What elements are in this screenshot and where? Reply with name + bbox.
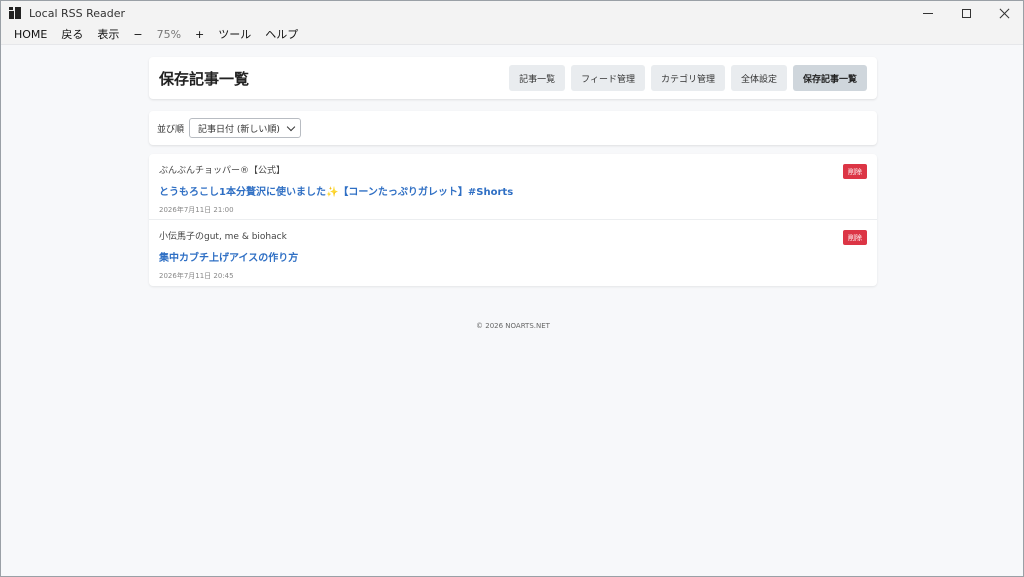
page-title: 保存記事一覧	[159, 69, 250, 88]
article-list: ぶんぶんチョッパー®【公式】 とうもろこし1本分贅沢に使いました✨【コーンたっぷ…	[149, 154, 877, 286]
sort-label: 並び順	[157, 124, 185, 135]
menu-tools[interactable]: ツール	[211, 25, 258, 45]
nav-buttons: 記事一覧 フィード管理 カテゴリ管理 全体設定 保存記事一覧	[509, 65, 867, 91]
menu-back[interactable]: 戻る	[54, 25, 90, 45]
maximize-button[interactable]	[947, 1, 985, 25]
article-feed-name: ぶんぶんチョッパー®【公式】	[159, 166, 286, 176]
chevron-down-icon	[286, 122, 296, 132]
article-title-link[interactable]: とうもろこし1本分贅沢に使いました✨【コーンたっぷりガレット】#Shorts	[159, 183, 867, 198]
nav-saved-articles-button[interactable]: 保存記事一覧	[792, 65, 867, 91]
sort-selected-value: 記事日付 (新しい順)	[198, 124, 280, 135]
window-controls	[909, 1, 1023, 25]
menu-zoom-out[interactable]: −	[126, 25, 149, 45]
main-content: 保存記事一覧 記事一覧 フィード管理 カテゴリ管理 全体設定 保存記事一覧 並び…	[149, 57, 877, 286]
menu-zoom-level: 75%	[156, 27, 182, 41]
minimize-button[interactable]	[909, 1, 947, 25]
menu-zoom-in[interactable]: +	[188, 25, 211, 45]
article-title-link[interactable]: 集中カブチ上げアイスの作り方	[159, 249, 867, 264]
page-header: 保存記事一覧 記事一覧 フィード管理 カテゴリ管理 全体設定 保存記事一覧	[149, 57, 877, 99]
nav-category-manage-button[interactable]: カテゴリ管理	[650, 65, 725, 91]
sort-bar: 並び順 記事日付 (新しい順)	[149, 111, 877, 145]
app-logo-icon	[9, 7, 21, 19]
close-button[interactable]	[985, 1, 1023, 25]
nav-settings-button[interactable]: 全体設定	[730, 65, 787, 91]
nav-feed-manage-button[interactable]: フィード管理	[571, 65, 645, 91]
article-date: 2026年7月11日 20:45	[159, 272, 234, 280]
window-title: Local RSS Reader	[29, 6, 126, 20]
menu-bar: HOME 戻る 表示 − 75% + ツール ヘルプ	[1, 25, 1023, 45]
menu-view[interactable]: 表示	[90, 25, 126, 45]
nav-articles-button[interactable]: 記事一覧	[509, 65, 566, 91]
list-item: 小伝馬子のgut, me & biohack 集中カブチ上げアイスの作り方 20…	[149, 220, 877, 286]
title-bar: Local RSS Reader	[1, 1, 1023, 25]
delete-button[interactable]: 削除	[843, 230, 867, 245]
article-date: 2026年7月11日 21:00	[159, 206, 234, 214]
menu-home[interactable]: HOME	[7, 25, 54, 45]
list-item: ぶんぶんチョッパー®【公式】 とうもろこし1本分贅沢に使いました✨【コーンたっぷ…	[149, 154, 877, 220]
menu-help[interactable]: ヘルプ	[258, 25, 305, 45]
app-window: Local RSS Reader HOME 戻る 表示 − 75% + ツール …	[0, 0, 1024, 577]
sort-select[interactable]: 記事日付 (新しい順)	[189, 118, 301, 138]
delete-button[interactable]: 削除	[843, 164, 867, 179]
maximize-icon	[961, 8, 971, 18]
minimize-icon	[923, 12, 933, 14]
footer-copyright: © 2026 NOARTS.NET	[476, 322, 550, 330]
article-feed-name: 小伝馬子のgut, me & biohack	[159, 232, 287, 242]
close-icon	[999, 8, 1010, 19]
